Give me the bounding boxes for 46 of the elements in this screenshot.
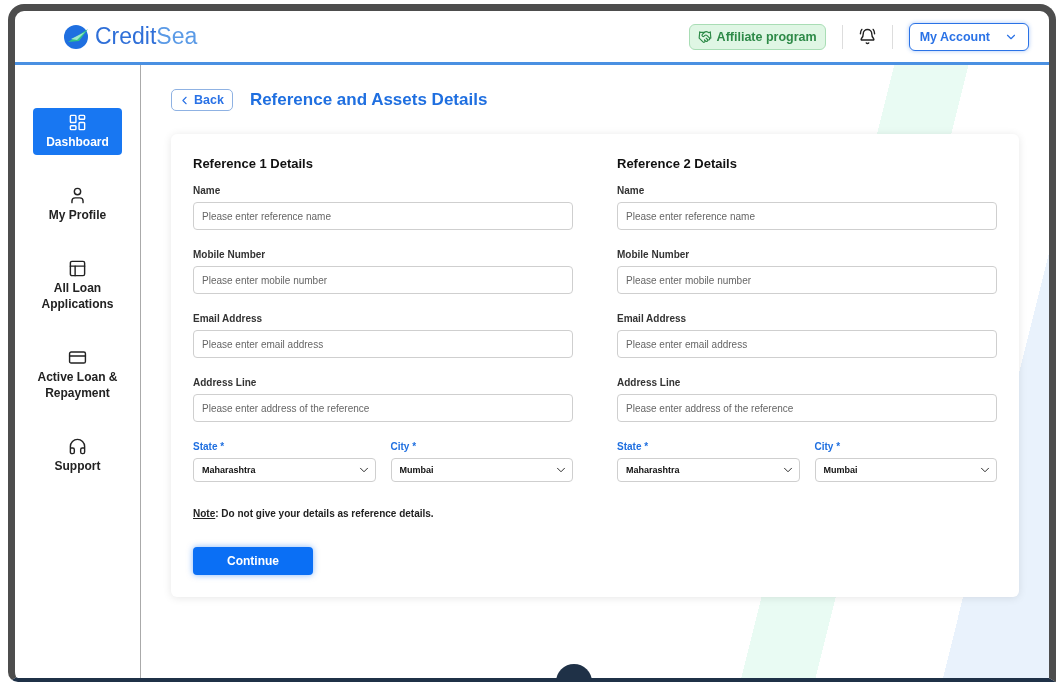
- field-label: Email Address: [193, 313, 264, 324]
- bell-icon[interactable]: [858, 28, 876, 45]
- dashboard-icon: [68, 113, 87, 132]
- headset-icon: [68, 437, 87, 456]
- input-field[interactable]: Please enter address of the reference: [193, 394, 573, 422]
- input-field[interactable]: Please enter email address: [617, 330, 997, 358]
- field-label: Address Line: [617, 377, 682, 388]
- sidebar-item[interactable]: My Profile: [33, 181, 122, 228]
- input-field[interactable]: Please enter reference name: [193, 202, 573, 230]
- section-title: Reference 2 Details: [617, 156, 738, 171]
- sidebar-item[interactable]: Support: [33, 432, 122, 479]
- note-text: Note: Do not give your details as reference details.: [193, 508, 435, 519]
- account-button[interactable]: My Account: [908, 22, 1029, 51]
- field-label: Name: [193, 185, 222, 196]
- dropdown[interactable]: Mumbai: [390, 458, 573, 482]
- input-field[interactable]: Please enter email address: [193, 330, 573, 358]
- input-field[interactable]: Please enter address of the reference: [617, 394, 997, 422]
- input-field[interactable]: Please enter mobile number: [617, 266, 997, 294]
- dropdown[interactable]: Maharashtra: [617, 458, 800, 482]
- table-icon: [68, 259, 87, 278]
- logo-icon: [63, 23, 89, 50]
- sidebar-item[interactable]: Dashboard: [33, 108, 122, 155]
- user-icon: [68, 186, 87, 205]
- sidebar-item[interactable]: Active Loan & Repayment: [33, 343, 122, 406]
- back-button[interactable]: Back: [171, 89, 233, 111]
- sidebar-item[interactable]: All Loan Applications: [33, 254, 122, 317]
- card-icon: [68, 348, 87, 367]
- field-label: State *: [617, 441, 650, 452]
- section-title: Reference 1 Details: [193, 156, 314, 171]
- logo-text: CreditSea: [95, 23, 198, 50]
- affiliate-button[interactable]: Affiliate program: [688, 23, 826, 50]
- continue-button[interactable]: Continue: [193, 547, 313, 575]
- field-label: City *: [390, 441, 418, 452]
- dropdown[interactable]: Mumbai: [814, 458, 997, 482]
- field-label: Name: [617, 185, 646, 196]
- page-title: Reference and Assets Details: [249, 90, 488, 110]
- field-label: Mobile Number: [193, 249, 267, 260]
- input-field[interactable]: Please enter reference name: [617, 202, 997, 230]
- field-label: State *: [193, 441, 226, 452]
- field-label: Email Address: [617, 313, 688, 324]
- field-label: Mobile Number: [617, 249, 691, 260]
- field-label: City *: [814, 441, 842, 452]
- dropdown[interactable]: Maharashtra: [193, 458, 376, 482]
- input-field[interactable]: Please enter mobile number: [193, 266, 573, 294]
- handshake-icon: [697, 29, 712, 44]
- field-label: Address Line: [193, 377, 258, 388]
